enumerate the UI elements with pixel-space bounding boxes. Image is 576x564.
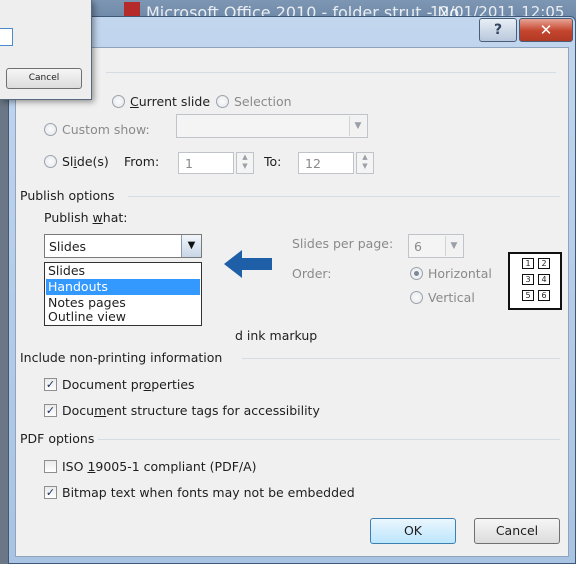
structure-tags-checkbox[interactable]: ✓	[44, 404, 57, 417]
grid-cell: 1	[522, 258, 534, 269]
from-input[interactable]: 1	[178, 152, 234, 174]
bitmap-checkbox[interactable]: ✓	[44, 486, 57, 499]
vertical-radio[interactable]	[410, 291, 423, 304]
range-separator	[106, 72, 556, 73]
chevron-down-icon: ▼	[445, 236, 462, 256]
from-spinner[interactable]: ▲ ▼	[236, 152, 254, 174]
order-label: Order:	[292, 266, 332, 281]
to-spinner[interactable]: ▲ ▼	[356, 152, 374, 174]
non-printing-heading: Include non-printing information	[20, 350, 223, 365]
left-arrow-icon	[224, 250, 272, 278]
publish-what-list: Slides Handouts Notes pages Outline view	[44, 262, 202, 326]
structure-tags-label: Document structure tags for accessibilit…	[62, 403, 320, 418]
horizontal-label: Horizontal	[428, 266, 492, 281]
iso-checkbox[interactable]	[44, 460, 57, 473]
option-handouts[interactable]: Handouts	[46, 279, 200, 295]
grid-cell: 2	[538, 258, 550, 269]
custom-show-select[interactable]: ▼	[176, 114, 368, 138]
to-input[interactable]: 12	[298, 152, 354, 174]
close-button[interactable]: ✕	[519, 18, 573, 42]
pdf-options-heading: PDF options	[20, 431, 95, 446]
bitmap-label: Bitmap text when fonts may not be embedd…	[62, 485, 355, 500]
selection-label: Selection	[234, 94, 292, 109]
to-label: To:	[264, 154, 282, 169]
pdf-separator	[98, 439, 560, 440]
chevron-down-icon: ▼	[349, 116, 366, 136]
slides-per-page-select[interactable]: 6 ▼	[408, 234, 464, 258]
iso-label: ISO 19005-1 compliant (PDF/A)	[62, 459, 257, 474]
help-button[interactable]: ?	[479, 18, 517, 42]
selection-radio[interactable]	[216, 95, 229, 108]
chevron-down-icon[interactable]: ▼	[181, 235, 201, 257]
cancel-button[interactable]: Cancel	[474, 518, 560, 544]
from-label: From:	[124, 154, 160, 169]
grid-cell: 3	[522, 274, 534, 285]
vertical-label: Vertical	[428, 290, 475, 305]
custom-show-label: Custom show:	[62, 122, 150, 137]
front-dialog: Cancel	[0, 0, 92, 100]
grid-cell: 4	[538, 274, 550, 285]
ok-button[interactable]: OK	[370, 518, 456, 544]
slides-label: Slide(s)	[62, 154, 109, 169]
publish-what-value: Slides	[49, 239, 87, 254]
front-dialog-input[interactable]	[0, 28, 13, 46]
current-slide-radio[interactable]	[112, 95, 125, 108]
dialog-client: Current slide Selection Custom show: ▼ S…	[15, 47, 569, 557]
powerpoint-icon	[124, 2, 140, 16]
document-properties-checkbox[interactable]: ✓	[44, 378, 57, 391]
option-slides[interactable]: Slides	[46, 263, 200, 279]
publish-options-heading: Publish options	[20, 188, 115, 203]
option-outline-view[interactable]: Outline view	[46, 309, 200, 325]
current-slide-label: Current slide	[130, 94, 211, 109]
publish-what-label: Publish what:	[44, 210, 128, 225]
slides-per-page-label: Slides per page:	[292, 236, 394, 251]
options-dialog: ? ✕ Current slide Selection Custom show:…	[8, 16, 576, 564]
slides-radio[interactable]	[44, 155, 57, 168]
non-printing-separator	[242, 358, 560, 359]
custom-show-radio[interactable]	[44, 123, 57, 136]
ink-markup-label: d ink markup	[235, 328, 318, 343]
grid-cell: 6	[538, 290, 550, 301]
document-properties-label: Document properties	[62, 377, 195, 392]
publish-what-select[interactable]: Slides ▼	[44, 234, 202, 258]
publish-separator	[128, 196, 560, 197]
horizontal-radio[interactable]	[410, 267, 423, 280]
handout-layout-thumbnail: 1 2 3 4 5 6	[508, 252, 562, 310]
grid-cell: 5	[522, 290, 534, 301]
front-cancel-button[interactable]: Cancel	[6, 68, 82, 89]
